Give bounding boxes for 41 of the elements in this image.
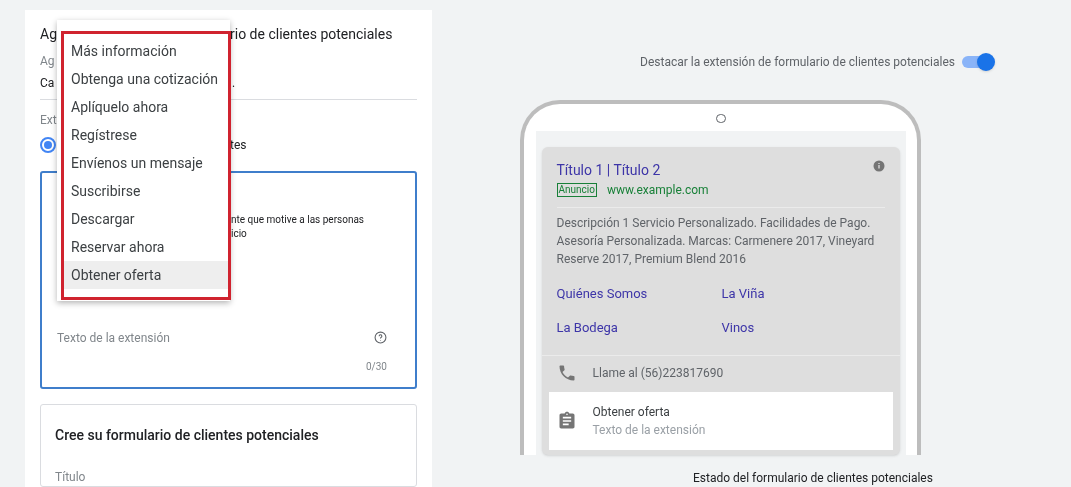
radio-label: tes bbox=[230, 136, 247, 154]
call-row[interactable]: Llame al (56)223817690 bbox=[541, 355, 900, 389]
field-value: Ca bbox=[40, 75, 55, 90]
lead-form-subtitle: Texto de la extensión bbox=[592, 422, 706, 439]
field-value: . bbox=[232, 76, 236, 89]
ad-headline[interactable]: Título 1 | Título 2 bbox=[556, 160, 661, 181]
highlight-switch[interactable] bbox=[962, 52, 995, 72]
info-icon[interactable] bbox=[872, 160, 885, 172]
field-label: Ag bbox=[40, 54, 56, 67]
character-counter: 0/30 bbox=[366, 359, 387, 374]
panel-title: rio de clientes potenciales bbox=[230, 26, 393, 41]
ad-url[interactable]: www.example.com bbox=[606, 181, 709, 199]
menu-item[interactable]: Aplíquelo ahora bbox=[64, 93, 228, 121]
section-label: Ext bbox=[40, 113, 58, 126]
ad-badge: Anuncio bbox=[556, 183, 597, 197]
sitelink[interactable]: La Bodega bbox=[556, 317, 722, 337]
menu-item[interactable]: Obtener oferta bbox=[64, 261, 228, 289]
description-text: icio bbox=[231, 226, 248, 241]
sitelink[interactable]: La Viña bbox=[721, 284, 885, 304]
sitelink[interactable]: Quiénes Somos bbox=[556, 284, 722, 304]
menu-item[interactable]: Descargar bbox=[64, 205, 228, 233]
menu-item[interactable]: Regístrese bbox=[64, 121, 228, 149]
field-label: Título bbox=[55, 469, 87, 486]
panel-title: Ag bbox=[40, 25, 57, 42]
menu-item[interactable]: Obtenga una cotización bbox=[64, 65, 228, 93]
status-label: Estado del formulario de clientes potenciales bbox=[693, 470, 934, 487]
ad-description: Descripción 1 Servicio Personalizado. Facilidades de Pago. Asesoría Personalizada. Marcas: Carmenere 2017, Vineyard Reserve 2017, Premium Blend 2016 bbox=[555, 215, 876, 268]
menu-item[interactable]: Reservar ahora bbox=[64, 233, 228, 261]
toggle-label: Destacar la extensión de formulario de clientes potenciales bbox=[640, 54, 955, 71]
lead-form-title: Obtener oferta bbox=[592, 404, 671, 421]
lead-form-row[interactable]: Obtener oferta Texto de la extensión bbox=[548, 392, 893, 450]
menu-item[interactable]: Envíenos un mensaje bbox=[64, 149, 228, 177]
extension-text-field[interactable]: Texto de la extensión bbox=[57, 328, 387, 347]
menu-item[interactable]: Suscribirse bbox=[64, 177, 228, 205]
menu-item[interactable]: Más información bbox=[64, 37, 228, 65]
sitelink[interactable]: Vinos bbox=[721, 317, 885, 337]
form-card-title: Cree su formulario de clientes potenciales bbox=[55, 426, 320, 445]
call-text: Llame al (56)223817690 bbox=[592, 364, 724, 382]
help-icon[interactable] bbox=[374, 331, 387, 345]
field-placeholder: Texto de la extensión bbox=[57, 329, 170, 347]
description-text: nte que motive a las personas bbox=[231, 212, 366, 227]
